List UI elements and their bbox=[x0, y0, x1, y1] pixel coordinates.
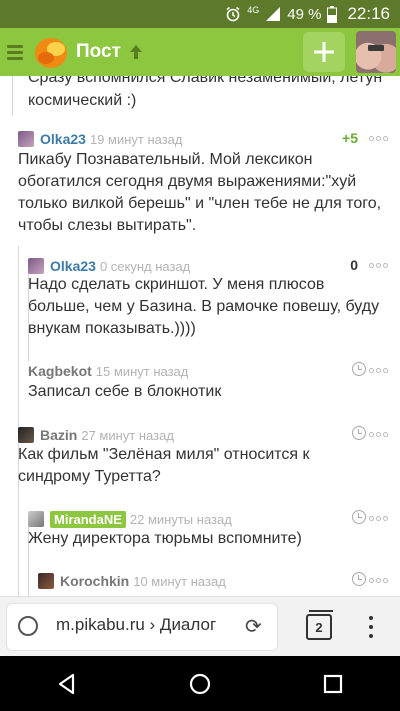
alarm-icon bbox=[225, 6, 241, 22]
home-icon[interactable] bbox=[180, 664, 220, 704]
comment-header: Korochkin 10 минут назад bbox=[38, 572, 394, 590]
comment-time: 19 минут назад bbox=[89, 131, 183, 147]
plus-icon bbox=[314, 42, 334, 62]
more-options-icon[interactable] bbox=[369, 578, 388, 583]
comment-time: 0 секунд назад bbox=[99, 258, 191, 274]
comment-text: Пикабу Познавательный. Мой лексикон обог… bbox=[18, 151, 382, 234]
tabs-button[interactable]: 2 bbox=[306, 610, 333, 640]
more-options-icon[interactable] bbox=[369, 516, 388, 521]
add-post-button[interactable] bbox=[303, 32, 345, 72]
browser-url-bar: m.pikabu.ru › Диалог ⟳ 2 bbox=[0, 596, 400, 656]
avatar[interactable] bbox=[28, 511, 44, 527]
comments-feed[interactable]: Сразу вспомнился Славик незаменимый, лет… bbox=[0, 76, 400, 596]
clock-icon bbox=[352, 510, 366, 524]
battery-icon bbox=[327, 5, 338, 23]
clock: 22:16 bbox=[347, 4, 390, 23]
battery-percent: 49 % bbox=[287, 5, 322, 23]
comment-text: Как фильм "Зелёная миля" относится к син… bbox=[18, 446, 310, 485]
system-nav-bar bbox=[0, 656, 400, 711]
clock-icon bbox=[352, 426, 366, 440]
comment-time: 22 минуты назад bbox=[129, 511, 232, 527]
comment-time: 27 минут назад bbox=[81, 427, 174, 443]
app-header: Пост bbox=[0, 28, 400, 76]
comment-header: MirandaNE 22 минуты назад bbox=[28, 510, 394, 528]
url-text[interactable]: m.pikabu.ru › Диалог bbox=[56, 615, 216, 635]
comment-header: Kagbekot 15 минут назад bbox=[28, 362, 394, 380]
more-options-icon[interactable] bbox=[369, 432, 388, 437]
comment-author[interactable]: Korochkin bbox=[60, 573, 129, 589]
comment-rating: +5 bbox=[342, 130, 358, 146]
pikabu-logo[interactable] bbox=[32, 33, 70, 71]
comment-header: Olka23 0 секунд назад 0 bbox=[28, 257, 394, 275]
comment-text: Записал себе в блокнотик bbox=[28, 383, 222, 400]
comment-time: 10 минут назад bbox=[133, 573, 226, 589]
back-icon[interactable] bbox=[47, 664, 87, 704]
signal-icon bbox=[265, 6, 281, 22]
recents-icon[interactable] bbox=[313, 664, 353, 704]
comment-header: Bazin 27 минут назад bbox=[18, 426, 394, 444]
comment-author[interactable]: Olka23 bbox=[40, 131, 86, 147]
more-options-icon[interactable] bbox=[369, 368, 388, 373]
arrow-up-icon[interactable] bbox=[127, 43, 145, 61]
clock-icon bbox=[352, 572, 366, 586]
comment-text: Надо сделать скриншот. У меня плюсов бол… bbox=[28, 276, 380, 337]
reload-icon[interactable]: ⟳ bbox=[245, 614, 262, 639]
comment-text-cut: Сразу вспомнился Славик незаменимый, лет… bbox=[28, 76, 383, 109]
menu-icon[interactable] bbox=[0, 28, 30, 76]
comment-author[interactable]: MirandaNE bbox=[50, 510, 126, 528]
clock-icon bbox=[352, 362, 366, 376]
comment-rating: 0 bbox=[350, 257, 358, 273]
comment-author[interactable]: Kagbekot bbox=[28, 363, 92, 379]
page-title: Пост bbox=[76, 41, 121, 62]
avatar[interactable] bbox=[18, 131, 34, 147]
globe-icon bbox=[18, 616, 38, 636]
comment-text: Жену директора тюрьмы вспомните) bbox=[28, 530, 302, 547]
more-options-icon[interactable] bbox=[369, 136, 388, 141]
comment-time: 15 минут назад bbox=[95, 363, 189, 379]
overflow-menu-icon[interactable] bbox=[366, 614, 376, 640]
avatar[interactable] bbox=[18, 427, 34, 443]
avatar[interactable] bbox=[38, 573, 54, 589]
user-avatar[interactable] bbox=[356, 31, 396, 73]
comment-author[interactable]: Olka23 bbox=[50, 258, 96, 274]
more-options-icon[interactable] bbox=[369, 263, 388, 268]
network-type: 4G bbox=[247, 5, 260, 15]
status-bar: 4G 49 % 22:16 bbox=[0, 0, 400, 28]
comment-author[interactable]: Bazin bbox=[40, 427, 77, 443]
avatar[interactable] bbox=[28, 258, 44, 274]
comment-header: Olka23 19 минут назад +5 bbox=[18, 130, 394, 148]
